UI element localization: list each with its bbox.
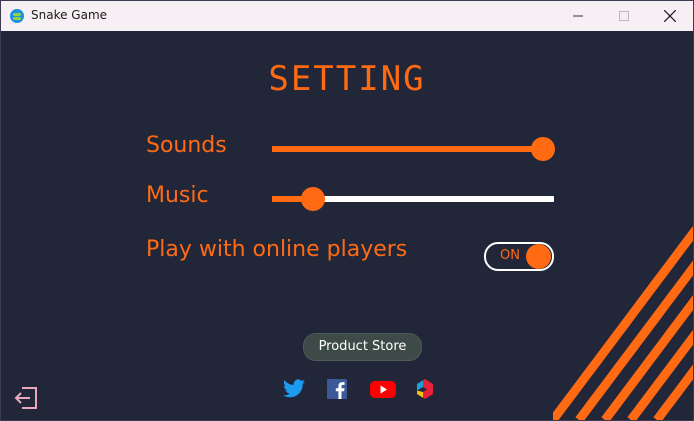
facebook-icon[interactable] <box>325 377 349 401</box>
close-icon <box>664 10 676 22</box>
sounds-slider-thumb[interactable] <box>530 137 555 161</box>
youtube-icon[interactable] <box>369 377 397 401</box>
close-button[interactable] <box>647 1 693 31</box>
title-bar[interactable]: Snake Game <box>1 1 693 31</box>
app-window: Snake Game SETTING Sounds Music Play wit… <box>0 0 694 421</box>
settings-panel: SETTING Sounds Music Play with online pl… <box>1 31 693 420</box>
product-store-button[interactable]: Product Store <box>303 333 422 361</box>
online-players-toggle[interactable]: ON <box>484 242 554 271</box>
snake-app-icon <box>10 9 24 23</box>
maximize-button[interactable] <box>601 1 647 31</box>
music-label: Music <box>146 183 209 208</box>
sounds-label: Sounds <box>146 133 227 158</box>
minimize-button[interactable] <box>555 1 601 31</box>
music-slider[interactable] <box>272 187 554 211</box>
toggle-knob <box>526 244 551 269</box>
maximize-icon <box>619 11 629 21</box>
sounds-slider-fill <box>272 146 543 152</box>
page-title: SETTING <box>268 59 426 99</box>
sounds-slider[interactable] <box>272 137 555 161</box>
exit-icon[interactable] <box>13 385 39 411</box>
decorative-stripes <box>553 225 693 420</box>
vidio-icon[interactable] <box>413 377 437 401</box>
window-title: Snake Game <box>31 8 108 22</box>
music-slider-thumb[interactable] <box>301 187 326 211</box>
toggle-state-text: ON <box>500 248 520 263</box>
minimize-icon <box>573 15 583 17</box>
online-players-label: Play with online players <box>146 237 408 262</box>
twitter-icon[interactable] <box>282 377 306 401</box>
